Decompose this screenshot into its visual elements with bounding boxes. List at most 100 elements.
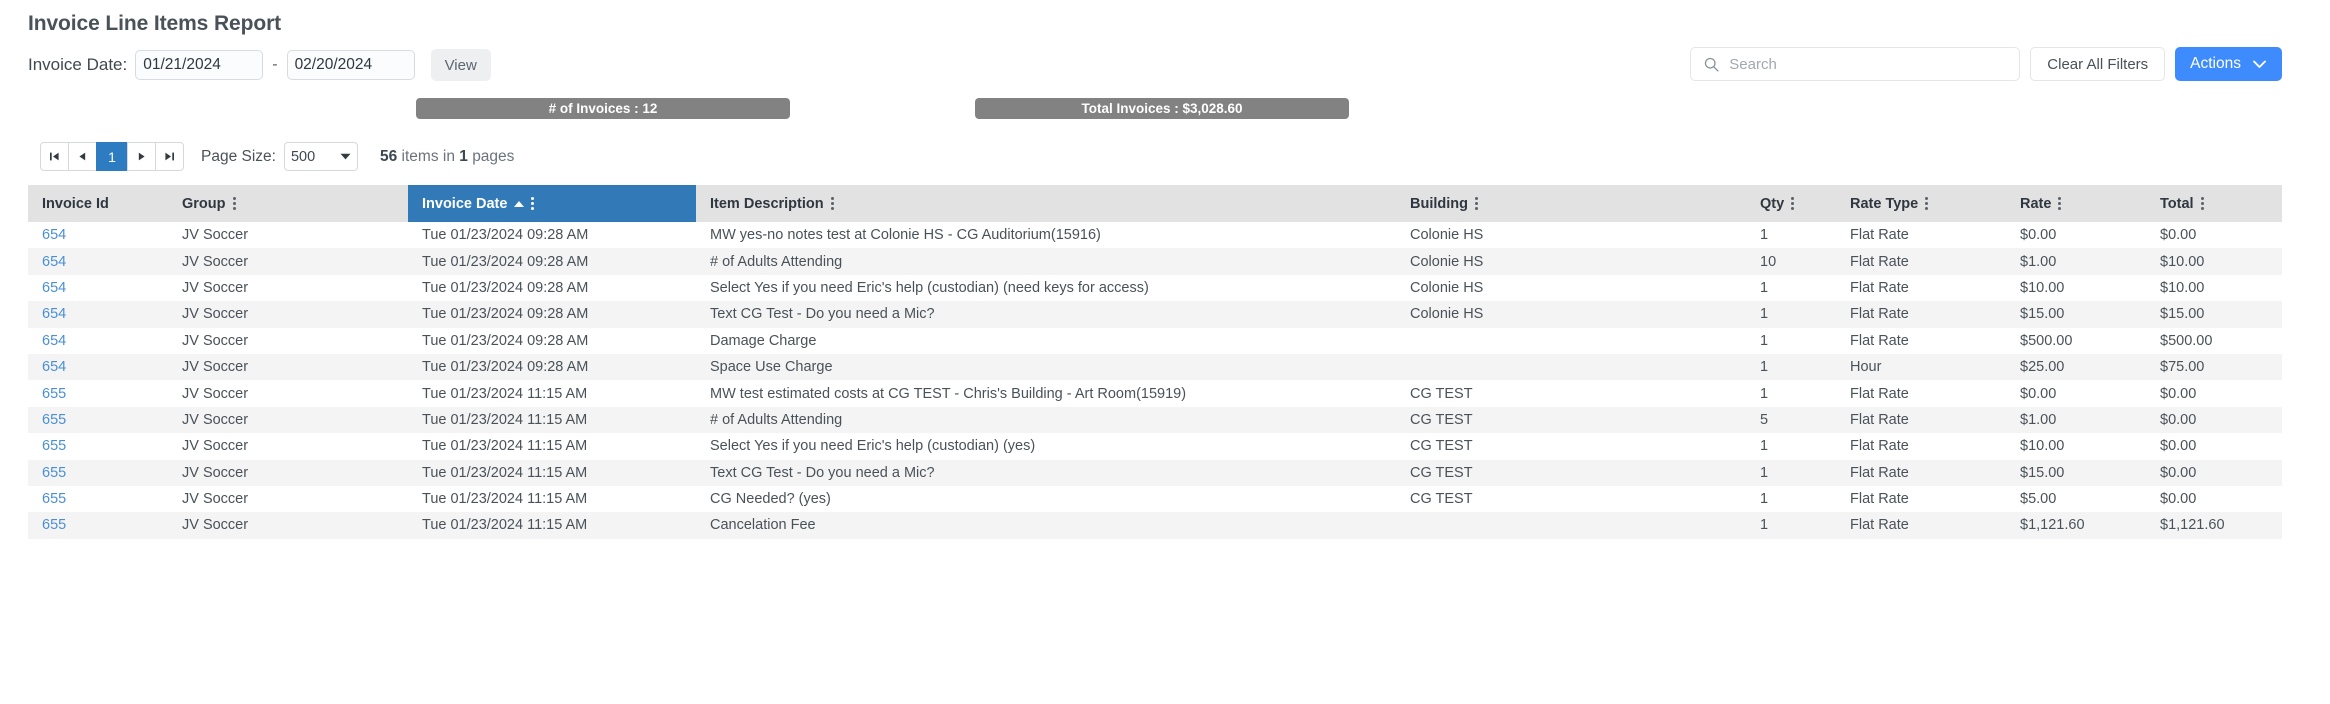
- cell-qty: 1: [1760, 227, 1769, 244]
- invoice-date-to-input[interactable]: [286, 50, 415, 80]
- cell-total: $10.00: [2160, 279, 2205, 296]
- invoice-date-from-input[interactable]: [135, 50, 264, 80]
- cell-invoice-id[interactable]: 654: [28, 301, 168, 327]
- view-button[interactable]: View: [430, 49, 491, 81]
- cell-rate-type: Flat Rate: [1850, 385, 1909, 402]
- table-row[interactable]: 654 JV Soccer Tue 01/23/2024 09:28 AM Damag…: [28, 327, 2282, 354]
- table-row[interactable]: 654 JV Soccer Tue 01/23/2024 09:28 AM Space…: [28, 353, 2282, 381]
- cell-group: JV Soccer: [182, 464, 249, 481]
- table-header-row: Invoice Id Group Invoice Date Item Descript…: [28, 185, 2282, 222]
- cell-invoice-date: Tue 01/23/2024 11:15 AM: [422, 491, 588, 508]
- cell-rate: $1,121.60: [2020, 517, 2085, 534]
- cell-invoice-date: Tue 01/23/2024 09:28 AM: [422, 253, 589, 270]
- table-row[interactable]: 655 JV Soccer Tue 01/23/2024 11:15 AM CG Ne…: [28, 485, 2282, 513]
- clear-all-filters-button[interactable]: Clear All Filters: [2030, 47, 2166, 81]
- invoice-id-link[interactable]: 655: [42, 465, 66, 481]
- previous-page-button[interactable]: [68, 142, 97, 171]
- column-header-item-description[interactable]: Item Description: [696, 185, 1396, 222]
- cell-total: $0.00: [2160, 385, 2197, 402]
- cell-invoice-id[interactable]: 654: [28, 328, 168, 354]
- pagination-buttons: 1: [40, 142, 184, 171]
- first-page-button[interactable]: [40, 142, 69, 171]
- page-size-select[interactable]: 500: [283, 142, 358, 171]
- invoice-id-link[interactable]: 654: [42, 306, 66, 322]
- cell-building: CG TEST: [1410, 464, 1473, 481]
- invoice-id-link[interactable]: 654: [42, 254, 66, 270]
- search-input[interactable]: [1720, 48, 2020, 80]
- cell-building: CG TEST: [1410, 385, 1473, 402]
- cell-invoice-id[interactable]: 655: [28, 380, 168, 406]
- column-menu-icon[interactable]: [830, 196, 835, 211]
- table-row[interactable]: 655 JV Soccer Tue 01/23/2024 11:15 AM Text …: [28, 459, 2282, 486]
- invoice-id-link[interactable]: 655: [42, 491, 66, 507]
- page-number-button[interactable]: 1: [96, 142, 128, 171]
- cell-qty: 1: [1760, 464, 1769, 481]
- cell-item-description: Cancelation Fee: [710, 517, 816, 534]
- cell-invoice-id[interactable]: 655: [28, 486, 168, 512]
- cell-invoice-id[interactable]: 655: [28, 407, 168, 433]
- cell-building: Colonie HS: [1410, 227, 1484, 244]
- column-menu-icon[interactable]: [1925, 196, 1929, 211]
- cell-rate-type: Flat Rate: [1850, 227, 1909, 244]
- cell-rate: $5.00: [2020, 491, 2057, 508]
- column-header-label: Invoice Id: [42, 195, 109, 212]
- cell-item-description: Damage Charge: [710, 332, 817, 349]
- page-size-label: Page Size:: [201, 147, 276, 165]
- column-header-rate-type[interactable]: Rate Type: [1836, 185, 2006, 222]
- column-header-qty[interactable]: Qty: [1746, 185, 1836, 222]
- cell-group: JV Soccer: [182, 227, 249, 244]
- invoice-id-link[interactable]: 655: [42, 412, 66, 428]
- invoice-id-link[interactable]: 654: [42, 227, 66, 243]
- invoice-id-link[interactable]: 654: [42, 359, 66, 375]
- invoice-id-link[interactable]: 655: [42, 386, 66, 402]
- cell-item-description: Space Use Charge: [710, 359, 833, 376]
- table-row[interactable]: 655 JV Soccer Tue 01/23/2024 11:15 AM MW te…: [28, 380, 2282, 407]
- table-row[interactable]: 654 JV Soccer Tue 01/23/2024 09:28 AM Selec…: [28, 274, 2282, 302]
- invoice-id-link[interactable]: 654: [42, 280, 66, 296]
- cell-invoice-id[interactable]: 654: [28, 248, 168, 274]
- cell-rate-type: Flat Rate: [1850, 491, 1909, 508]
- actions-button[interactable]: Actions: [2175, 47, 2282, 81]
- column-header-invoice-id[interactable]: Invoice Id: [28, 185, 168, 222]
- column-header-group[interactable]: Group: [168, 185, 408, 222]
- table-row[interactable]: 655 JV Soccer Tue 01/23/2024 11:15 AM Selec…: [28, 433, 2282, 460]
- cell-item-description: Select Yes if you need Eric's help (cust…: [710, 438, 1036, 455]
- column-header-rate[interactable]: Rate: [2006, 185, 2146, 222]
- cell-total: $75.00: [2160, 359, 2205, 376]
- last-page-button[interactable]: [155, 142, 184, 171]
- column-header-total[interactable]: Total: [2146, 185, 2282, 222]
- cell-total: $0.00: [2160, 411, 2197, 428]
- column-header-invoice-date[interactable]: Invoice Date: [408, 185, 696, 222]
- cell-total: $1,121.60: [2160, 517, 2225, 534]
- column-menu-icon[interactable]: [1791, 196, 1795, 211]
- cell-invoice-id[interactable]: 654: [28, 275, 168, 301]
- cell-invoice-id[interactable]: 655: [28, 433, 168, 459]
- table-row[interactable]: 655 JV Soccer Tue 01/23/2024 11:15 AM Cance…: [28, 512, 2282, 539]
- invoice-id-link[interactable]: 655: [42, 438, 66, 454]
- table-row[interactable]: 654 JV Soccer Tue 01/23/2024 09:28 AM Text …: [28, 301, 2282, 328]
- cell-invoice-id[interactable]: 654: [28, 354, 168, 380]
- next-page-button[interactable]: [127, 142, 156, 171]
- invoice-id-link[interactable]: 655: [42, 517, 66, 533]
- invoice-id-link[interactable]: 654: [42, 333, 66, 349]
- cell-invoice-id[interactable]: 655: [28, 460, 168, 486]
- items-count-info: 56 items in 1 pages: [380, 148, 514, 166]
- cell-invoice-id[interactable]: 655: [28, 512, 168, 538]
- column-header-building[interactable]: Building: [1396, 185, 1746, 222]
- column-menu-icon[interactable]: [1475, 196, 1479, 211]
- cell-invoice-id[interactable]: 654: [28, 222, 168, 248]
- column-menu-icon[interactable]: [232, 196, 237, 211]
- column-menu-icon[interactable]: [2058, 196, 2062, 211]
- pagination-bar: 1 Page Size: 500 56 items in 1 pages: [40, 142, 514, 171]
- column-menu-icon[interactable]: [531, 196, 535, 211]
- table-row[interactable]: 655 JV Soccer Tue 01/23/2024 11:15 AM # of …: [28, 406, 2282, 434]
- cell-building: Colonie HS: [1410, 253, 1484, 270]
- cell-building: [1396, 354, 1746, 380]
- page-title: Invoice Line Items Report: [28, 12, 282, 35]
- cell-item-description: Text CG Test - Do you need a Mic?: [710, 464, 935, 481]
- table-row[interactable]: 654 JV Soccer Tue 01/23/2024 09:28 AM MW ye…: [28, 222, 2282, 249]
- column-menu-icon[interactable]: [2200, 196, 2205, 211]
- table-row[interactable]: 654 JV Soccer Tue 01/23/2024 09:28 AM # of …: [28, 248, 2282, 275]
- search-box[interactable]: [1690, 47, 2021, 81]
- cell-group: JV Soccer: [182, 332, 249, 349]
